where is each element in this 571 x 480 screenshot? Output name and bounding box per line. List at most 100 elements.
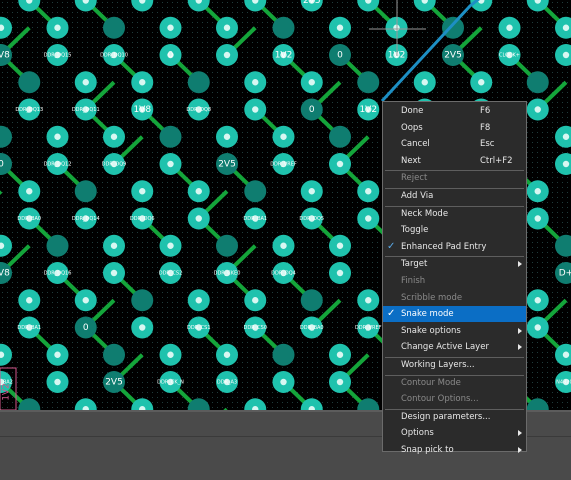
- menu-item-snake-mode[interactable]: ✓ Snake mode: [383, 306, 526, 323]
- menu-item-cancel[interactable]: Cancel Esc: [383, 136, 526, 152]
- via-pad[interactable]: [18, 289, 41, 312]
- via-pad[interactable]: [131, 180, 154, 203]
- pad-net-label: DDR_BA0: [300, 325, 324, 331]
- via-pad[interactable]: [272, 234, 295, 257]
- via-pad[interactable]: [300, 289, 323, 312]
- menu-item-contour-options: Contour Options...: [383, 391, 526, 407]
- via-pad[interactable]: [329, 125, 351, 148]
- via-pad[interactable]: [46, 343, 69, 366]
- via-pad[interactable]: [74, 71, 97, 94]
- via-pad[interactable]: [159, 125, 182, 148]
- menu-item-working-layers[interactable]: Working Layers...: [383, 357, 526, 373]
- via-pad[interactable]: [74, 180, 97, 203]
- via-pad[interactable]: [103, 125, 125, 148]
- bga-pad[interactable]: [187, 207, 210, 230]
- bga-pad[interactable]: [244, 98, 267, 121]
- component-designator: 1V2: [2, 383, 12, 401]
- menu-item-label: Design parameters...: [401, 411, 491, 422]
- via-pad[interactable]: [74, 289, 97, 312]
- via-pad[interactable]: [244, 289, 267, 312]
- menu-item-done[interactable]: Done F6: [383, 103, 526, 119]
- via-pad[interactable]: [216, 343, 238, 366]
- via-pad[interactable]: [216, 16, 238, 39]
- menu-item-oops[interactable]: Oops F8: [383, 120, 526, 136]
- pad-net-label: DDR_BA1: [17, 325, 41, 331]
- via-pad[interactable]: [187, 289, 210, 312]
- bga-pad[interactable]: [329, 153, 351, 175]
- via-pad[interactable]: [357, 289, 380, 312]
- bga-pad[interactable]: [357, 207, 380, 230]
- bga-pad[interactable]: [103, 262, 125, 284]
- via-pad[interactable]: [187, 71, 210, 94]
- via-pad[interactable]: [159, 343, 182, 366]
- bga-pad[interactable]: [131, 316, 154, 339]
- menu-item-label: Contour Mode: [401, 377, 461, 388]
- via-pad[interactable]: [470, 71, 493, 94]
- menu-item-toggle[interactable]: Toggle: [383, 222, 526, 238]
- via-pad[interactable]: [216, 125, 238, 148]
- menu-item-label: Working Layers...: [401, 360, 475, 370]
- via-pad[interactable]: [187, 180, 210, 203]
- bga-pad[interactable]: [272, 371, 295, 393]
- pad-net-label: N43206: [556, 380, 571, 386]
- via-pad[interactable]: [103, 16, 125, 39]
- pad-net-label: DDR_CKE0: [214, 271, 241, 277]
- via-pad[interactable]: [498, 16, 521, 39]
- via-pad[interactable]: [272, 16, 295, 39]
- via-pad[interactable]: [526, 289, 549, 312]
- bga-pad[interactable]: [526, 316, 549, 339]
- bga-pad[interactable]: [526, 207, 549, 230]
- pad-net-label: 1V8: [0, 269, 10, 279]
- pad-net-label: 2V5: [303, 0, 321, 6]
- menu-item-change-active-layer[interactable]: Change Active Layer: [383, 339, 526, 355]
- pad-net-label: DDR_DQ8: [186, 107, 211, 113]
- via-pad[interactable]: [329, 343, 351, 366]
- menu-item-add-via[interactable]: Add Via: [383, 188, 526, 204]
- menu-item-neck-mode[interactable]: Neck Mode: [383, 206, 526, 222]
- menu-item-target[interactable]: Target: [383, 256, 526, 272]
- via-pad[interactable]: [159, 234, 182, 257]
- via-pad[interactable]: [413, 71, 436, 94]
- bga-pad[interactable]: [46, 371, 69, 393]
- via-pad[interactable]: [526, 71, 549, 94]
- bga-pad[interactable]: [329, 371, 351, 393]
- menu-item-reject: Reject: [383, 170, 526, 186]
- via-pad[interactable]: [131, 289, 154, 312]
- via-pad[interactable]: [216, 234, 238, 257]
- pad-net-label: 0: [309, 105, 315, 115]
- pad-net-label: DDR_VREF: [270, 162, 297, 168]
- via-pad[interactable]: [272, 125, 295, 148]
- via-pad[interactable]: [329, 234, 351, 257]
- via-pad[interactable]: [46, 234, 69, 257]
- menu-item-next[interactable]: Next Ctrl+F2: [383, 153, 526, 169]
- via-pad[interactable]: [18, 180, 41, 203]
- via-pad[interactable]: [244, 180, 267, 203]
- menu-item-options[interactable]: Options: [383, 425, 526, 441]
- via-pad[interactable]: [131, 71, 154, 94]
- via-pad[interactable]: [357, 71, 380, 94]
- via-pad[interactable]: [18, 71, 41, 94]
- pad-net-label: DDR_DQ13: [15, 107, 43, 113]
- via-pad[interactable]: [159, 16, 182, 39]
- bga-pad[interactable]: [216, 44, 238, 66]
- menu-item-enhanced-pad-entry[interactable]: ✓ Enhanced Pad Entry: [383, 239, 526, 255]
- via-pad[interactable]: [300, 180, 323, 203]
- via-pad[interactable]: [103, 234, 125, 257]
- bga-pad[interactable]: [329, 262, 351, 284]
- via-pad[interactable]: [329, 16, 351, 39]
- menu-item-snap-pick-to[interactable]: Snap pick to: [383, 442, 526, 458]
- bga-pad[interactable]: [526, 98, 549, 121]
- menu-item-snake-options[interactable]: Snake options: [383, 323, 526, 339]
- via-pad[interactable]: [46, 125, 69, 148]
- menu-item-design-parameters[interactable]: Design parameters...: [383, 409, 526, 425]
- via-pad[interactable]: [244, 71, 267, 94]
- bga-pad[interactable]: [159, 153, 182, 175]
- via-pad[interactable]: [272, 343, 295, 366]
- pad-net-label: 2V5: [444, 51, 462, 61]
- via-pad[interactable]: [357, 180, 380, 203]
- via-pad[interactable]: [46, 16, 69, 39]
- via-pad[interactable]: [442, 16, 464, 39]
- via-pad[interactable]: [103, 343, 125, 366]
- via-pad[interactable]: [300, 71, 323, 94]
- via-pad[interactable]: [526, 180, 549, 203]
